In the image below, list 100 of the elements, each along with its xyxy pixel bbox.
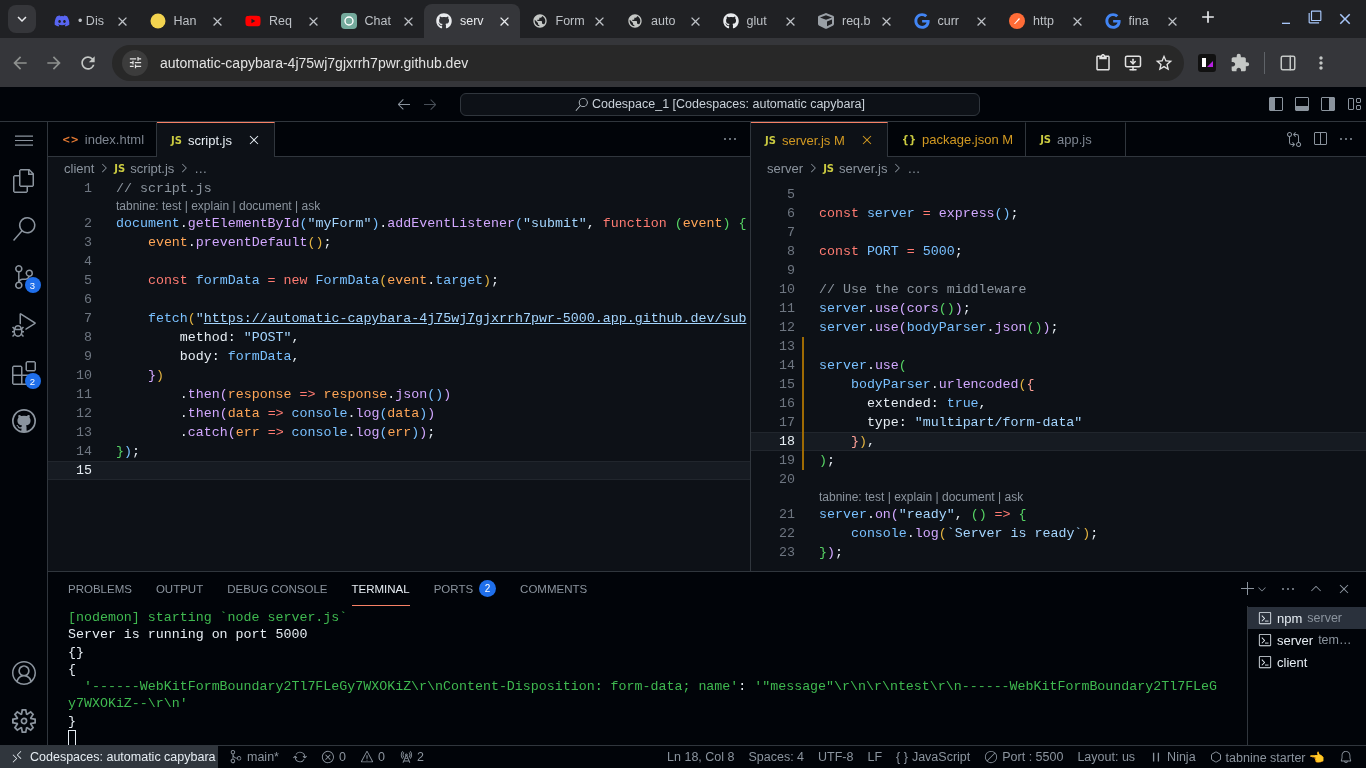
clipboard-icon[interactable] <box>1094 53 1112 72</box>
status-item[interactable]: UTF-8 <box>811 750 861 764</box>
breadcrumb-item[interactable]: server.js <box>839 160 888 176</box>
side-panel-icon[interactable] <box>1279 53 1297 72</box>
browser-tab[interactable]: serv <box>424 4 520 38</box>
browser-tab[interactable]: • Dis <box>42 4 138 38</box>
breadcrumb-item[interactable]: script.js <box>130 160 175 176</box>
sidebar-left-icon[interactable] <box>1268 96 1284 112</box>
search-icon[interactable] <box>11 217 36 241</box>
tab-search-button[interactable] <box>8 5 36 33</box>
install-app-icon[interactable] <box>1124 53 1142 72</box>
panel-icon[interactable] <box>1294 96 1310 112</box>
count-badge: 3 <box>24 277 41 293</box>
terminal-item[interactable]: npm server <box>1248 607 1366 629</box>
code-line: .then(data => console.log(data)) <box>178 406 436 421</box>
status-item[interactable]: Ln 18, Col 8 <box>660 750 742 764</box>
sidebar-right-icon[interactable] <box>1320 96 1336 112</box>
breadcrumb-item[interactable]: … <box>907 160 921 176</box>
code-line: document.getElementById("myForm").addEventListener("submit", function (event) { <box>116 216 747 231</box>
code-line: server.on("ready", () => { <box>819 507 1027 522</box>
breadcrumb-item[interactable]: … <box>194 160 208 176</box>
account-icon[interactable] <box>11 661 36 685</box>
browser-tab[interactable]: curr <box>901 4 997 38</box>
terminal-detail: server <box>1307 611 1343 625</box>
browser-tab[interactable]: Chat <box>328 4 424 38</box>
error-icon <box>320 750 335 764</box>
line-number: 12 <box>778 320 795 335</box>
browser-tab[interactable]: glut <box>710 4 806 38</box>
browser-tab[interactable]: Han <box>137 4 233 38</box>
browser-tab[interactable]: req.b <box>806 4 902 38</box>
branch-icon <box>229 750 243 764</box>
remote-indicator[interactable]: Codespaces: automatic capybara <box>0 746 218 768</box>
breadcrumb-item[interactable]: server <box>767 160 804 176</box>
status-item[interactable]: Layout: us <box>1070 750 1143 764</box>
status-item[interactable]: Ninja <box>1167 750 1196 764</box>
split-editor-icon[interactable] <box>1312 131 1328 147</box>
settings-icon[interactable] <box>11 709 36 733</box>
file-type-glyph: JS <box>1040 134 1052 145</box>
puzzle-icon[interactable] <box>1230 52 1250 73</box>
code-line: method: "POST", <box>178 330 300 345</box>
browser-tab[interactable]: auto <box>615 4 711 38</box>
warning-icon <box>359 750 374 764</box>
line-number: 5 <box>83 273 92 288</box>
code-line: console.log(`Server is ready`); <box>849 526 1099 541</box>
line-number: 20 <box>778 472 795 487</box>
sync-icon[interactable] <box>292 750 307 764</box>
panel-tab[interactable]: DEBUG CONSOLE <box>227 572 328 606</box>
code-line: server.use(cors()); <box>819 301 971 316</box>
status-item[interactable]: 0 <box>338 750 346 764</box>
github-icon[interactable] <box>11 409 36 433</box>
status-item[interactable]: tabnine starter 👈 <box>1225 749 1325 765</box>
bell-icon[interactable] <box>1339 750 1353 764</box>
extension-icon[interactable] <box>1198 53 1216 72</box>
line-number: 3 <box>83 235 92 250</box>
favicon-icon <box>340 13 357 29</box>
status-item[interactable]: 2 <box>416 750 424 764</box>
status-item[interactable]: LF <box>860 750 890 764</box>
file-type-glyph: JS <box>171 134 182 146</box>
panel-tab[interactable]: COMMENTS <box>520 572 588 606</box>
files-icon[interactable] <box>11 169 36 193</box>
browser-tab[interactable]: fina <box>1092 4 1188 38</box>
code-line: }); <box>819 545 843 560</box>
breadcrumb-item[interactable]: client <box>64 160 95 176</box>
favicon-icon <box>436 13 452 29</box>
run-debug-icon[interactable] <box>11 313 36 337</box>
status-item[interactable]: Spaces: 4 <box>741 750 812 764</box>
file-type-glyph: <> <box>62 134 79 145</box>
panel-tab[interactable]: TERMINAL <box>351 572 410 606</box>
code-lens[interactable]: tabnine: test | explain | document | ask <box>751 489 1366 505</box>
line-number: 18 <box>778 434 795 449</box>
browser-tab[interactable]: Form <box>519 4 615 38</box>
status-item[interactable]: main* <box>247 750 279 764</box>
panel-tab[interactable]: PORTS 2 <box>433 572 497 606</box>
address-bar[interactable]: automatic-capybara-4j75wj7gjxrrh7pwr.github.dev <box>112 44 1184 81</box>
terminal-line: {} <box>68 643 85 661</box>
code-line: server.use(bodyParser.json()); <box>819 320 1059 335</box>
compare-icon[interactable] <box>1286 131 1302 147</box>
terminal-item[interactable]: client <box>1248 651 1366 673</box>
editor-tab[interactable]: JS script.js <box>157 122 275 157</box>
remote-icon <box>10 750 24 764</box>
panel-tab[interactable]: PROBLEMS <box>68 572 132 606</box>
line-number: 6 <box>786 206 795 221</box>
browser-tab[interactable]: Req <box>233 4 329 38</box>
antenna-icon <box>398 750 413 764</box>
panel-tab[interactable]: OUTPUT <box>155 572 204 606</box>
editor-tab[interactable]: JS server.js M <box>751 122 888 157</box>
status-item[interactable]: 0 <box>377 750 385 764</box>
status-item[interactable]: Port : 5500 <box>1002 750 1064 764</box>
terminal-detail: tem… <box>1318 633 1352 647</box>
line-number: 16 <box>778 396 795 411</box>
code-lens[interactable]: tabnine: test | explain | document | ask <box>48 198 750 214</box>
site-settings-icon[interactable] <box>122 49 148 76</box>
restore-icon[interactable] <box>1308 10 1322 24</box>
add-icon[interactable] <box>1240 581 1256 597</box>
status-item[interactable]: JavaScript <box>911 750 971 764</box>
line-number: 22 <box>778 526 795 541</box>
terminal-item[interactable]: server tem… <box>1248 629 1366 651</box>
browser-tab[interactable]: http <box>997 4 1093 38</box>
layout-icon[interactable] <box>1346 96 1362 112</box>
command-center[interactable]: Codespace_1 [Codespaces: automatic capybara] <box>460 92 980 116</box>
